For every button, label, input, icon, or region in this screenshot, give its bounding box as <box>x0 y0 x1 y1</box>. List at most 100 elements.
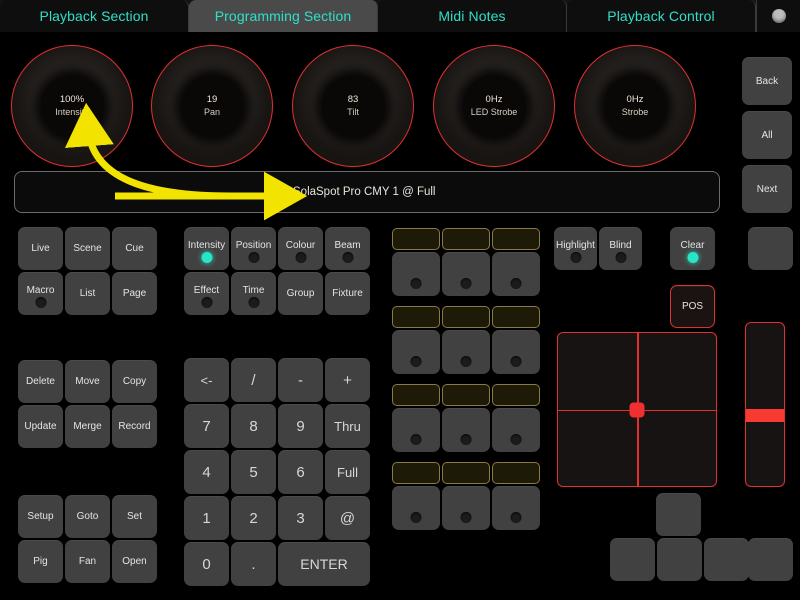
playback-button[interactable] <box>392 330 440 374</box>
playback-button[interactable] <box>492 486 540 530</box>
time-button[interactable]: Time <box>231 272 276 315</box>
playback-button[interactable] <box>392 252 440 296</box>
key-backspace[interactable]: <- <box>184 358 229 402</box>
beam-button[interactable]: Beam <box>325 227 370 270</box>
key-divide[interactable]: / <box>231 358 276 402</box>
key-at[interactable]: @ <box>325 496 370 540</box>
group-button[interactable]: Group <box>278 272 323 315</box>
delete-button[interactable]: Delete <box>18 360 63 403</box>
playback-button[interactable] <box>492 330 540 374</box>
cluster-left-button[interactable] <box>610 538 655 581</box>
key-decimal[interactable]: . <box>231 542 276 586</box>
key-6[interactable]: 6 <box>278 450 323 494</box>
playback-button[interactable] <box>392 486 440 530</box>
intensity-fader[interactable] <box>745 322 785 487</box>
fader-handle[interactable] <box>746 409 784 423</box>
cluster-up-button[interactable] <box>656 493 701 536</box>
next-button[interactable]: Next <box>742 165 792 213</box>
playback-button[interactable] <box>442 252 490 296</box>
clear-button[interactable]: Clear <box>670 227 715 270</box>
key-enter[interactable]: ENTER <box>278 542 370 586</box>
macro-button-label: Macro <box>26 284 55 296</box>
tab-label: Playback Control <box>607 8 715 24</box>
playback-led-icon <box>410 278 422 289</box>
key-label: Full <box>337 464 358 480</box>
tab-programming-section[interactable]: Programming Section <box>189 0 378 32</box>
macro-button[interactable]: Macro <box>18 272 63 315</box>
key-label: 1 <box>202 509 211 527</box>
open-button[interactable]: Open <box>112 540 157 583</box>
key-full[interactable]: Full <box>325 450 370 494</box>
playback-buttons <box>392 408 542 452</box>
status-indicator-cell[interactable] <box>756 0 800 32</box>
live-button-label: Live <box>31 243 50 254</box>
merge-button[interactable]: Merge <box>65 405 110 448</box>
playback-button[interactable] <box>442 408 490 452</box>
cluster-down-button[interactable] <box>657 538 702 581</box>
back-button-label: Back <box>755 75 779 87</box>
intensity-button[interactable]: Intensity <box>184 227 229 270</box>
spare-button-top-right[interactable] <box>748 227 793 270</box>
playback-label-strip <box>442 306 490 328</box>
playback-button[interactable] <box>392 408 440 452</box>
key-minus[interactable]: - <box>278 358 323 402</box>
copy-button-label: Copy <box>122 376 147 387</box>
highlight-button[interactable]: Highlight <box>554 227 597 270</box>
key-label: 6 <box>296 463 305 481</box>
list-button[interactable]: List <box>65 272 110 315</box>
pan-tilt-pad[interactable] <box>557 332 717 487</box>
key-plus[interactable]: + <box>325 358 370 402</box>
playback-buttons <box>392 486 542 530</box>
copy-button[interactable]: Copy <box>112 360 157 403</box>
record-button[interactable]: Record <box>112 405 157 448</box>
tab-playback-section[interactable]: Playback Section <box>0 0 189 32</box>
key-1[interactable]: 1 <box>184 496 229 540</box>
move-button[interactable]: Move <box>65 360 110 403</box>
key-3[interactable]: 3 <box>278 496 323 540</box>
playback-button[interactable] <box>492 408 540 452</box>
key-4[interactable]: 4 <box>184 450 229 494</box>
setup-button[interactable]: Setup <box>18 495 63 538</box>
goto-button[interactable]: Goto <box>65 495 110 538</box>
page-button[interactable]: Page <box>112 272 157 315</box>
encoder-led-strobe[interactable]: 0Hz LED Strobe <box>433 45 555 167</box>
encoder-intensity[interactable]: 100% Intensity <box>11 45 133 167</box>
cue-button[interactable]: Cue <box>112 227 157 270</box>
command-line[interactable]: SolaSpot Pro CMY 1 @ Full <box>14 171 720 213</box>
encoder-tilt[interactable]: 83 Tilt <box>292 45 414 167</box>
key-label: . <box>251 555 256 573</box>
encoder-hub: 0Hz LED Strobe <box>462 74 526 138</box>
effect-button[interactable]: Effect <box>184 272 229 315</box>
playback-button[interactable] <box>492 252 540 296</box>
set-button[interactable]: Set <box>112 495 157 538</box>
encoder-strobe[interactable]: 0Hz Strobe <box>574 45 696 167</box>
position-button[interactable]: Position <box>231 227 276 270</box>
key-7[interactable]: 7 <box>184 404 229 448</box>
key-0[interactable]: 0 <box>184 542 229 586</box>
fan-button[interactable]: Fan <box>65 540 110 583</box>
spare-button-bottom-right[interactable] <box>748 538 793 581</box>
pos-button[interactable]: POS <box>670 285 715 328</box>
scene-button[interactable]: Scene <box>65 227 110 270</box>
tab-midi-notes[interactable]: Midi Notes <box>378 0 567 32</box>
key-8[interactable]: 8 <box>231 404 276 448</box>
fixture-button[interactable]: Fixture <box>325 272 370 315</box>
playback-led-icon <box>410 512 422 523</box>
all-button[interactable]: All <box>742 111 792 159</box>
playback-button[interactable] <box>442 486 490 530</box>
tab-playback-control[interactable]: Playback Control <box>567 0 756 32</box>
pig-button[interactable]: Pig <box>18 540 63 583</box>
cluster-right-button[interactable] <box>704 538 749 581</box>
key-2[interactable]: 2 <box>231 496 276 540</box>
key-thru[interactable]: Thru <box>325 404 370 448</box>
colour-button[interactable]: Colour <box>278 227 323 270</box>
update-button[interactable]: Update <box>18 405 63 448</box>
live-button[interactable]: Live <box>18 227 63 270</box>
pad-handle[interactable] <box>629 402 645 417</box>
key-9[interactable]: 9 <box>278 404 323 448</box>
key-5[interactable]: 5 <box>231 450 276 494</box>
back-button[interactable]: Back <box>742 57 792 105</box>
blind-button[interactable]: Blind <box>599 227 642 270</box>
playback-button[interactable] <box>442 330 490 374</box>
encoder-pan[interactable]: 19 Pan <box>151 45 273 167</box>
